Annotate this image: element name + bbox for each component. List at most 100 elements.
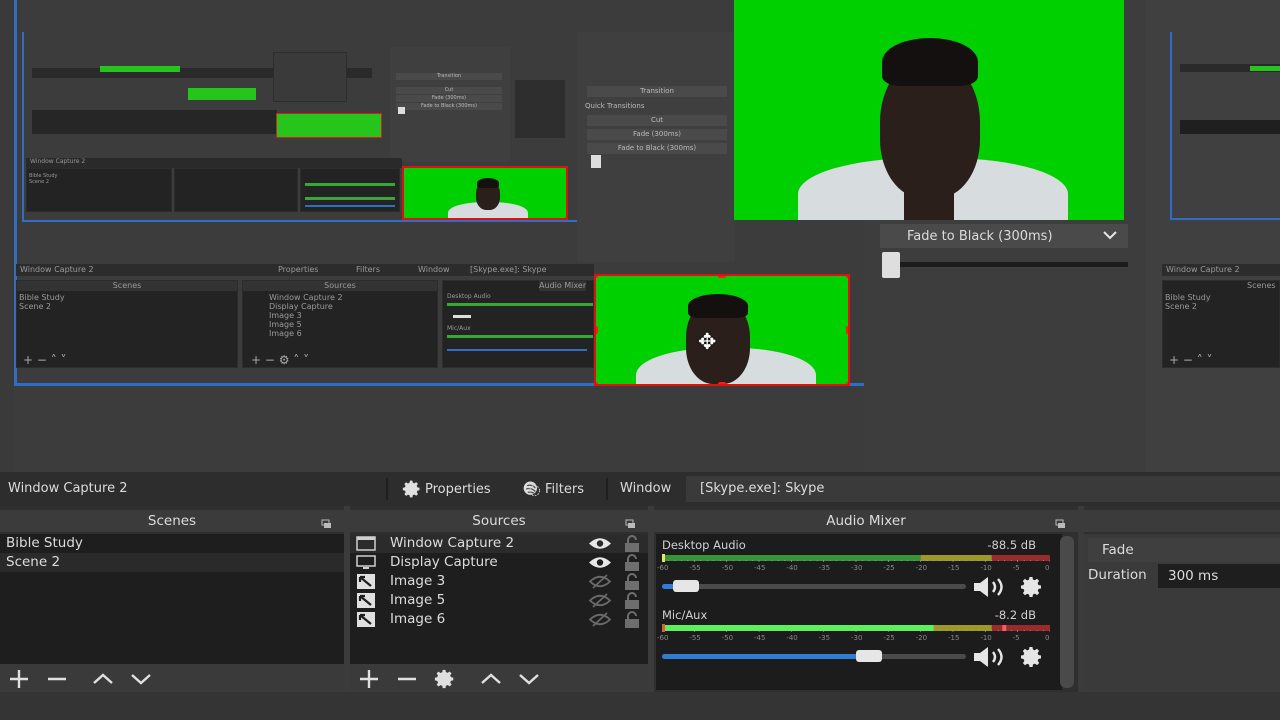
undock-icon[interactable] [625,519,636,529]
chevron-down-icon [519,674,539,685]
chevron-up-icon [93,673,113,684]
minus-icon [398,677,416,681]
mixer-dock-title: Audio Mixer [654,510,1078,532]
source-item-image-6[interactable]: Image 6 [350,610,648,629]
gear-icon[interactable] [1020,645,1044,669]
meter-zone-red [991,555,1050,561]
scene-item-bible-study[interactable]: Bible Study [0,534,344,553]
unlock-icon[interactable] [624,554,640,571]
resize-handle[interactable] [718,382,726,384]
resize-handle[interactable] [846,382,848,384]
source-item-display-capture[interactable]: Display Capture [350,553,648,572]
eye-icon[interactable] [588,555,612,570]
eye-hidden-icon[interactable] [588,612,612,627]
properties-button[interactable]: Properties [402,479,491,499]
filters-icon [523,481,540,497]
eye-icon[interactable] [588,536,612,551]
mini-fade-button: Fade (300ms) [587,129,727,140]
mini-mixer-title: Audio Mixer [539,281,587,291]
selected-source-name: Window Capture 2 [8,481,128,496]
mini-meter [447,303,593,306]
window-select-value: [Skype.exe]: Skype [700,481,825,496]
add-source-button[interactable] [350,664,388,694]
volume-meter-mic-aux [662,624,1050,632]
filters-label: Filters [545,481,584,497]
source-item-window-capture-2[interactable]: Window Capture 2 [350,534,648,553]
window-select[interactable]: [Skype.exe]: Skype [686,476,1280,502]
move-scene-down-button[interactable] [122,664,160,694]
move-scene-up-button[interactable] [84,664,122,694]
eye-hidden-icon[interactable] [588,574,612,589]
add-scene-button[interactable] [0,664,38,694]
volume-fader-mic-aux[interactable] [662,650,966,662]
unlock-icon[interactable] [624,592,640,609]
resize-handle[interactable] [846,326,848,334]
selected-source-window-capture[interactable]: ✥ [594,274,850,386]
source-item-image-5[interactable]: Image 5 [350,591,648,610]
duration-input[interactable]: 300 ms [1158,564,1280,588]
unlock-icon[interactable] [624,611,640,628]
resize-handle[interactable] [718,276,726,278]
preview-left-margin [0,0,14,472]
mini-scenes-dock-lvl1: Scenes Bible Study Scene 2 + − ˄ ˅ [16,280,238,368]
fader-thumb[interactable] [855,650,882,662]
scale-label: -35 [818,634,831,642]
fader-thumb[interactable] [673,580,700,592]
resize-handle[interactable] [596,326,598,334]
remove-scene-button[interactable] [38,664,76,694]
sources-dock: Sources Window Capture 2 Display Capture [350,506,648,694]
mini-fader [447,349,587,351]
unlock-icon[interactable] [624,573,640,590]
scene-item-scene-2[interactable]: Scene 2 [0,553,344,572]
chevron-down-icon [1102,228,1118,244]
gear-icon [402,480,420,498]
webcam-capture-source[interactable] [734,0,1124,220]
move-cursor-icon: ✥ [698,330,717,355]
transition-select-value: Fade to Black (300ms) [907,228,1053,244]
filters-button[interactable]: Filters [522,479,584,499]
transition-select[interactable]: Fade to Black (300ms) [880,224,1128,248]
resize-handle[interactable] [596,276,598,278]
source-label: Display Capture [390,554,498,570]
volume-fader-desktop-audio[interactable] [662,580,966,592]
mini-mixer-dock-lvl1: Audio Mixer Desktop Audio Mic/Aux [442,280,594,368]
remove-source-button[interactable] [388,664,426,694]
mini-source-item: Image 6 [269,329,302,338]
move-source-up-button[interactable] [472,664,510,694]
scale-label: -5 [1012,564,1020,572]
scale-label: -60 [657,564,669,572]
scale-label: -45 [754,564,766,572]
mixer-scrollbar[interactable] [1060,536,1074,688]
scale-label: -10 [980,634,992,642]
mini-source-controls: + − ⚙ ˄ ˅ [251,353,310,367]
resize-handle[interactable] [846,276,848,278]
resize-handle[interactable] [596,382,598,384]
preview-canvas[interactable]: Transition Cut Fade (300ms) Fade to Blac… [0,0,1280,472]
eye-hidden-icon[interactable] [588,593,612,608]
source-properties-button[interactable] [426,664,464,694]
scale-label: -15 [948,634,960,642]
t-bar-handle[interactable] [882,252,900,278]
gear-icon[interactable] [1020,575,1044,599]
scale-label: -55 [689,634,701,642]
chevron-up-icon [481,673,501,684]
scale-label: -55 [689,564,701,572]
mini-scene-controls: + − ˄ ˅ [1169,353,1213,367]
undock-icon[interactable] [1055,519,1066,529]
t-bar-track[interactable] [882,262,1128,267]
source-item-image-3[interactable]: Image 3 [350,572,648,591]
transition-type-select[interactable]: Fade [1088,538,1280,562]
mini-window-value: [Skype.exe]: Skype [470,265,547,274]
mini-source-item: Image 5 [269,320,302,329]
undock-icon[interactable] [321,519,332,529]
mini-scene-item: Bible Study [1165,293,1211,302]
scale-label: -20 [915,634,928,642]
move-source-down-button[interactable] [510,664,548,694]
toolbar-separator [386,478,388,500]
mini-selected-source [402,166,568,220]
image-icon [357,593,375,608]
speaker-icon[interactable] [972,576,1008,598]
speaker-icon[interactable] [972,646,1008,668]
mini-toolbar-right: Window Capture 2 [1162,264,1280,276]
unlock-icon[interactable] [624,535,640,552]
